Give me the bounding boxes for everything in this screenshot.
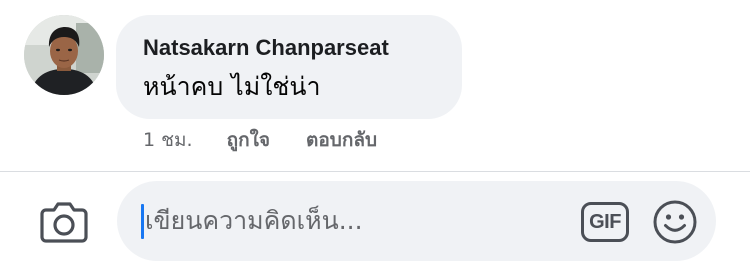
reply-button[interactable]: ตอบกลับ — [306, 125, 377, 155]
camera-button[interactable] — [40, 201, 88, 243]
divider — [0, 171, 750, 172]
comment-input-placeholder: เขียนความคิดเห็น... — [145, 206, 363, 235]
text-caret — [141, 204, 144, 239]
comment-input[interactable]: เขียนความคิดเห็น... GIF — [117, 181, 716, 261]
comment-actions: 1 ชม. ถูกใจ ตอบกลับ — [143, 125, 377, 155]
smiley-icon — [653, 200, 697, 244]
avatar-photo-icon — [24, 15, 104, 95]
avatar[interactable] — [24, 15, 104, 95]
comment-timestamp[interactable]: 1 ชม. — [143, 125, 193, 155]
comment-screen: Natsakarn Chanparseat หน้าคบ ไม่ใช่น่า 1… — [0, 0, 750, 264]
gif-button[interactable]: GIF — [581, 202, 629, 242]
comment-author[interactable]: Natsakarn Chanparseat — [143, 35, 462, 61]
comment-text: หน้าคบ ไม่ใช่น่า — [143, 72, 321, 101]
comment-bubble[interactable]: Natsakarn Chanparseat หน้าคบ ไม่ใช่น่า — [116, 15, 462, 119]
camera-icon — [40, 202, 88, 243]
gif-icon: GIF — [589, 210, 621, 233]
like-button[interactable]: ถูกใจ — [227, 125, 270, 155]
emoji-button[interactable] — [652, 199, 698, 245]
